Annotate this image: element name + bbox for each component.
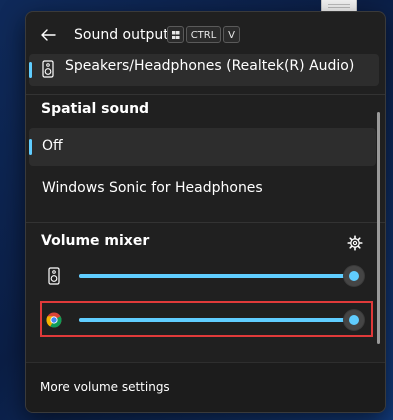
flyout-footer: More volume settings	[26, 362, 385, 412]
sound-output-flyout: Sound output CTRL V Speakers/Headphones …	[25, 11, 386, 413]
scrollbar[interactable]	[377, 112, 380, 344]
output-device-item[interactable]: Speakers/Headphones (Realtek(R) Audio)	[29, 54, 379, 86]
windows-key-icon	[167, 26, 184, 43]
output-device-label: Speakers/Headphones (Realtek(R) Audio)	[65, 58, 355, 74]
spatial-sound-heading: Spatial sound	[41, 101, 150, 117]
divider	[26, 222, 385, 223]
spatial-option-label: Off	[42, 138, 63, 154]
gear-icon[interactable]	[347, 235, 363, 251]
back-arrow-icon[interactable]	[39, 26, 57, 44]
spatial-option-label: Windows Sonic for Headphones	[42, 180, 263, 196]
selected-indicator	[29, 139, 32, 155]
volume-mixer-heading: Volume mixer	[41, 233, 150, 249]
ctrl-keycap: CTRL	[186, 26, 221, 43]
slider-fill	[79, 274, 355, 278]
flyout-header: Sound output CTRL V	[26, 12, 385, 60]
slider-thumb[interactable]	[344, 266, 365, 286]
divider	[26, 94, 385, 95]
speaker-icon	[42, 60, 54, 78]
spatial-option-windows-sonic[interactable]: Windows Sonic for Headphones	[29, 170, 376, 208]
spatial-option-off[interactable]: Off	[29, 128, 376, 166]
v-keycap: V	[223, 26, 240, 43]
highlight-annotation	[40, 301, 373, 337]
speaker-icon	[48, 267, 60, 285]
page-title: Sound output	[74, 27, 169, 43]
more-volume-settings-link[interactable]: More volume settings	[40, 380, 170, 394]
selected-indicator	[29, 62, 32, 78]
system-volume-slider[interactable]	[79, 266, 365, 286]
